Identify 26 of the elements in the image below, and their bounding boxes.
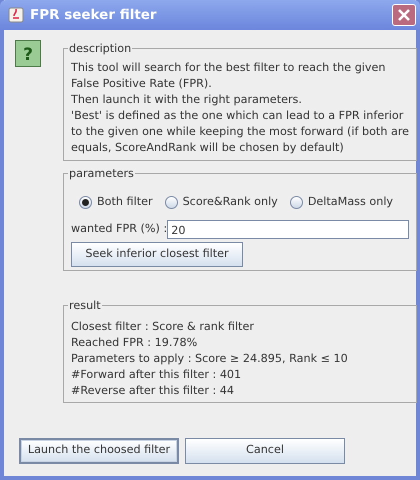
- result-text: Parameters to apply : Score ≥ 24.895, Rank ≤ 10: [71, 350, 349, 367]
- dialog-button[interactable]: Launch the choosed filter: [19, 438, 179, 464]
- field-label: wanted FPR (%) :: [71, 220, 168, 237]
- seek-button[interactable]: Seek inferior closest filter: [71, 242, 243, 267]
- result-text: Reached FPR : 19.78%: [71, 334, 198, 351]
- description-text: 'Best' is defined as the one which can lead to a FPR inferior: [71, 108, 404, 124]
- close-button[interactable]: [392, 4, 416, 26]
- radio-option[interactable]: DeltaMass only: [290, 194, 394, 211]
- close-icon: [397, 8, 411, 22]
- radio-option[interactable]: Both filter: [79, 194, 153, 211]
- description-text: equals, ScoreAndRank will be chosen by default): [71, 140, 345, 156]
- description-text: to the given one while keeping the most forward (if both are: [71, 124, 410, 140]
- dialog-button[interactable]: Cancel: [185, 438, 345, 464]
- radio-option[interactable]: Score&Rank only: [164, 194, 278, 211]
- group-label: parameters: [68, 166, 135, 181]
- app-icon: [8, 7, 24, 23]
- group-label: description: [68, 41, 132, 56]
- description-text: Then launch it with the right parameters.: [71, 92, 303, 108]
- description-text: This tool will search for the best filter to reach the given: [71, 60, 386, 76]
- window-title: FPR seeker filter: [30, 6, 157, 25]
- fpr-field[interactable]: 20: [167, 220, 410, 239]
- help-icon: ?: [15, 40, 41, 67]
- description-text: False Positive Rate (FPR).: [71, 76, 213, 92]
- result-text: #Reverse after this filter : 44: [71, 382, 236, 399]
- result-text: #Forward after this filter : 401: [71, 366, 242, 383]
- result-text: Closest filter : Score & rank filter: [71, 318, 255, 335]
